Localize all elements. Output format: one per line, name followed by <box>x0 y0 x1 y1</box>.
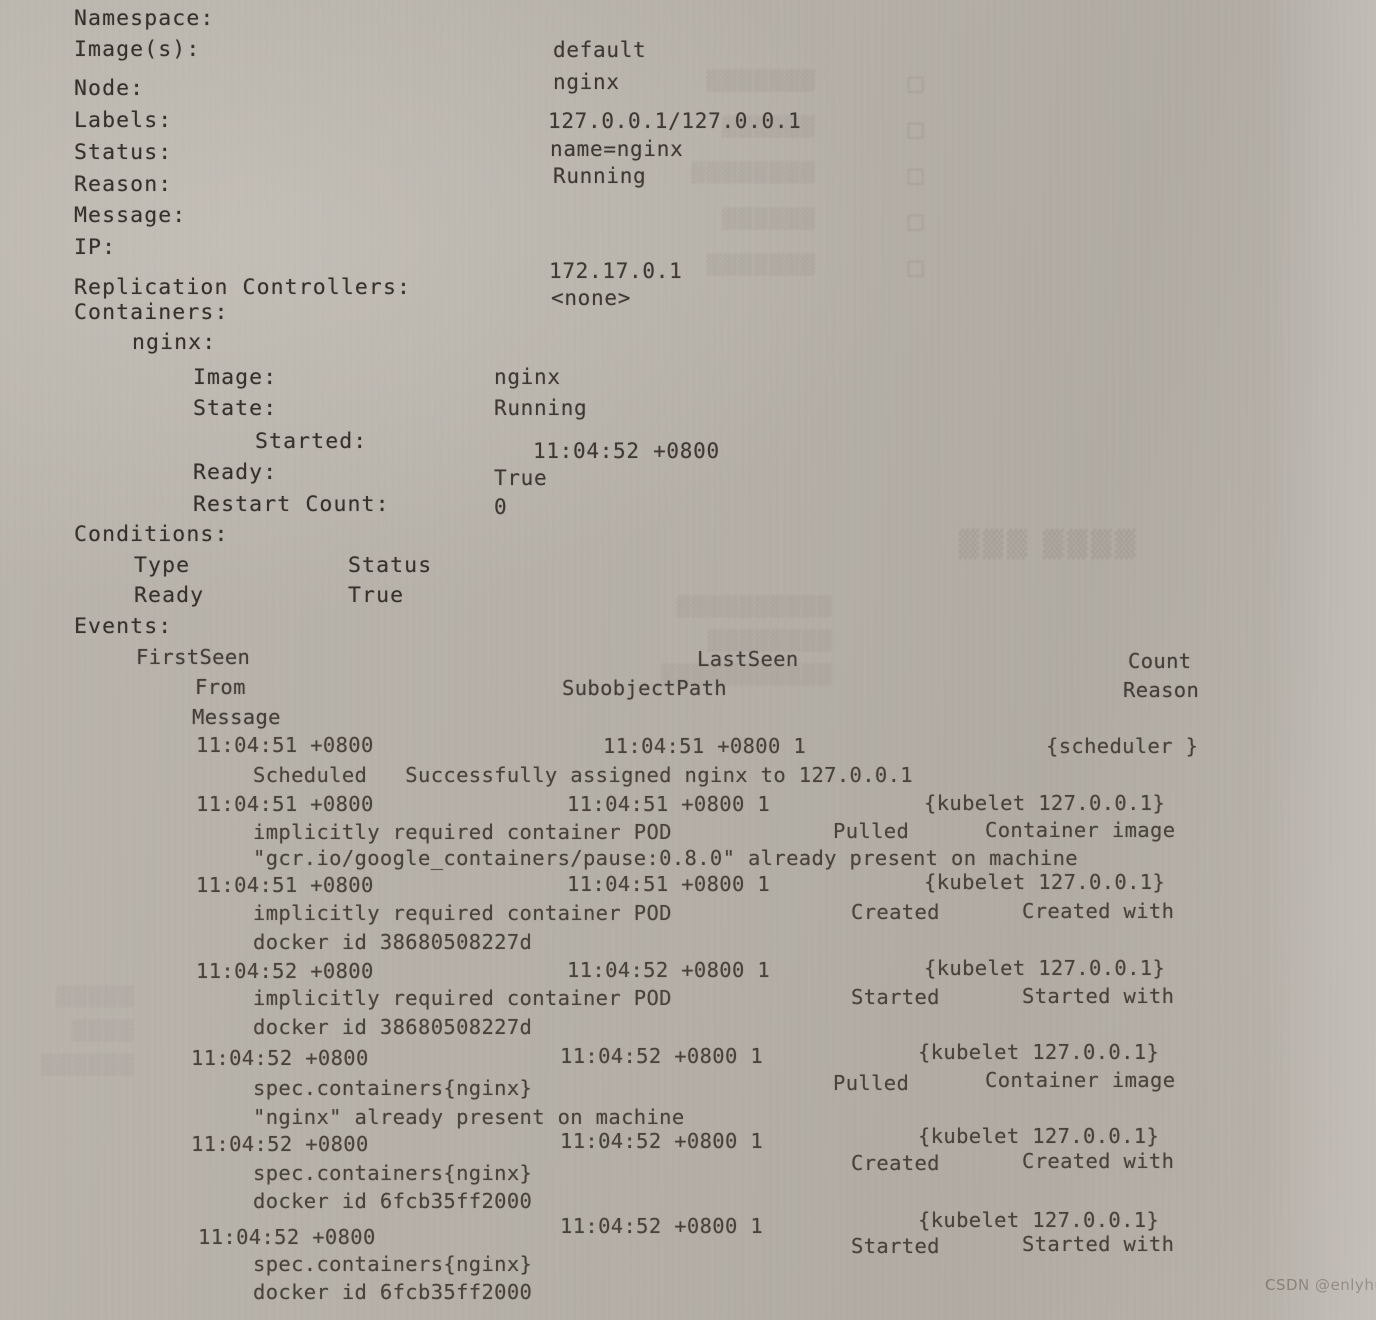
event-row: docker id 6fcb35ff2000 <box>253 1280 533 1304</box>
event-row: 11:04:51 +0800 <box>196 733 374 757</box>
field-label-images: Image(s): <box>74 37 201 62</box>
event-row: Pulled <box>833 1071 910 1095</box>
field-label-labels: Labels: <box>74 108 173 133</box>
event-row: Container image <box>985 1068 1176 1092</box>
events-column-message: Message <box>192 705 281 729</box>
event-row: Created with <box>1022 1149 1175 1173</box>
events-column-lastseen: LastSeen <box>697 647 799 671</box>
field-label-status: Status: <box>74 140 173 165</box>
watermark: CSDN @enlyhua <box>1265 1276 1376 1294</box>
event-row: 11:04:52 +0800 <box>198 1225 376 1249</box>
event-row: 11:04:51 +0800 <box>196 792 374 816</box>
event-row: Pulled <box>833 819 910 843</box>
field-label-replication-controllers: Replication Controllers: <box>74 275 412 300</box>
event-row: implicitly required container POD <box>253 820 672 844</box>
container-value-image: nginx <box>494 365 561 389</box>
field-label-namespace: Namespace: <box>74 6 215 31</box>
event-row: 11:04:52 +0800 <box>196 959 374 983</box>
event-row: {scheduler } <box>1046 734 1199 758</box>
event-row: "nginx" already present on machine <box>253 1105 685 1129</box>
field-label-message: Message: <box>74 203 187 228</box>
event-row: Created <box>851 900 940 924</box>
field-label-node: Node: <box>74 76 145 101</box>
event-row: docker id 38680508227d <box>253 1015 533 1039</box>
conditions-column-type: Type <box>134 553 191 578</box>
event-row: 11:04:52 +0800 <box>191 1046 369 1070</box>
event-row: implicitly required container POD <box>253 901 672 925</box>
container-label-image: Image: <box>193 365 278 390</box>
bleedthrough-block-lines: ▒▒▒▒▒▒▒ ▒▒▒▒▒▒ ▒▒▒▒▒▒▒▒ ▒▒▒▒▒▒ ▒▒▒▒▒▒▒ <box>690 70 815 276</box>
container-value-ready: True <box>494 466 548 490</box>
event-row: 11:04:52 +0800 1 <box>560 1129 764 1153</box>
field-value-images: nginx <box>553 70 620 94</box>
event-row: spec.containers{nginx} <box>253 1161 533 1185</box>
event-row: Created with <box>1022 899 1175 923</box>
event-row: Started <box>851 985 940 1009</box>
event-row: Started with <box>1022 984 1175 1008</box>
event-row: 11:04:52 +0800 1 <box>560 1214 764 1238</box>
conditions-row-status: True <box>348 583 405 608</box>
events-column-from: From <box>195 675 246 699</box>
event-row: Scheduled Successfully assigned nginx to… <box>253 763 913 787</box>
field-value-labels: name=nginx <box>550 137 684 161</box>
events-column-subobjectpath: SubobjectPath <box>562 676 727 700</box>
event-row: 11:04:51 +0800 1 <box>567 792 771 816</box>
field-value-node: 127.0.0.1/127.0.0.1 <box>548 109 802 133</box>
container-label-state: State: <box>193 396 278 421</box>
event-row: 11:04:51 +0800 1 <box>603 734 807 758</box>
field-label-container-nginx: nginx: <box>132 330 217 355</box>
event-row: {kubelet 127.0.0.1} <box>924 791 1166 815</box>
container-label-started: Started: <box>255 429 368 454</box>
event-row: Started <box>851 1234 940 1258</box>
field-label-containers: Containers: <box>74 300 229 325</box>
field-value-replication-controllers: <none> <box>551 286 632 310</box>
event-row: {kubelet 127.0.0.1} <box>924 870 1166 894</box>
event-row: 11:04:52 +0800 1 <box>560 1044 764 1068</box>
container-value-started: 11:04:52 +0800 <box>533 439 720 463</box>
scanned-page: □ □ □ □ □ ▒▒▒▒▒▒▒ ▒▒▒▒▒▒ ▒▒▒▒▒▒▒▒ ▒▒▒▒▒▒… <box>0 0 1376 1320</box>
field-label-ip: IP: <box>74 235 117 260</box>
event-row: "gcr.io/google_containers/pause:0.8.0" a… <box>253 846 1078 870</box>
event-row: Created <box>851 1151 940 1175</box>
event-row: 11:04:51 +0800 1 <box>567 872 771 896</box>
conditions-row-type: Ready <box>134 583 205 608</box>
container-label-restart-count: Restart Count: <box>193 492 390 517</box>
field-value-ip: 172.17.0.1 <box>549 259 683 283</box>
container-value-restart-count: 0 <box>494 495 508 519</box>
container-label-ready: Ready: <box>193 460 278 485</box>
event-row: docker id 38680508227d <box>253 930 533 954</box>
event-row: implicitly required container POD <box>253 986 672 1010</box>
event-row: {kubelet 127.0.0.1} <box>918 1208 1160 1232</box>
event-row: 11:04:51 +0800 <box>196 873 374 897</box>
conditions-column-status: Status <box>348 553 433 578</box>
field-value-status: Running <box>553 164 647 188</box>
conditions-heading: Conditions: <box>74 522 229 547</box>
events-heading: Events: <box>74 614 173 639</box>
container-value-state: Running <box>494 396 588 420</box>
event-row: Container image <box>985 818 1176 842</box>
events-column-reason: Reason <box>1123 678 1200 702</box>
field-label-reason: Reason: <box>74 172 173 197</box>
field-value-namespace: default <box>553 38 647 62</box>
event-row: 11:04:52 +0800 1 <box>567 958 771 982</box>
event-row: {kubelet 127.0.0.1} <box>918 1124 1160 1148</box>
event-row: {kubelet 127.0.0.1} <box>924 956 1166 980</box>
bleedthrough-block-left: ▒▒▒▒▒ ▒▒▒▒ ▒▒▒▒▒▒ <box>40 986 134 1076</box>
event-row: spec.containers{nginx} <box>253 1076 533 1100</box>
events-column-count: Count <box>1128 649 1192 673</box>
event-row: spec.containers{nginx} <box>253 1252 533 1276</box>
event-row: {kubelet 127.0.0.1} <box>918 1040 1160 1064</box>
events-column-firstseen: FirstSeen <box>136 645 251 669</box>
bleedthrough-block-top: □ □ □ □ □ <box>905 71 925 279</box>
event-row: docker id 6fcb35ff2000 <box>253 1189 533 1213</box>
event-row: 11:04:52 +0800 <box>191 1132 369 1156</box>
event-row: Started with <box>1022 1232 1175 1256</box>
bleedthrough-block-heading: ▒▒▒▒ ▒▒▒ <box>955 530 1136 560</box>
